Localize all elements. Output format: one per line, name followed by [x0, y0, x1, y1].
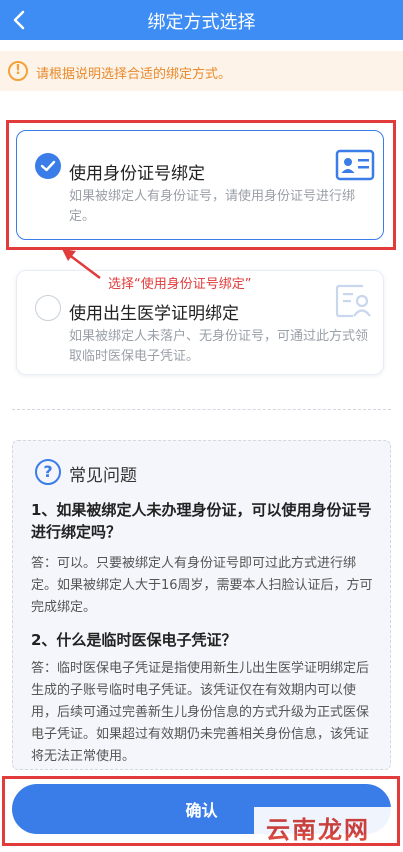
annotation-arrow-icon: [62, 249, 101, 279]
option-description: 如果被绑定人未落户、无身份证号，可通过此方式领取临时医保电子凭证。: [69, 329, 369, 364]
faq-answer: 答：可以。只要被绑定人有身份证号即可过此方式进行绑定。如果被绑定人大于16周岁，…: [31, 556, 373, 615]
watermark: 云南龙网: [254, 807, 394, 844]
warning-circle-icon: !: [8, 61, 28, 81]
highlight-box-option: [6, 120, 396, 250]
certificate-icon: [335, 284, 371, 318]
radio-unchecked[interactable]: [35, 295, 61, 321]
option-title: 使用出生医学证明绑定: [69, 304, 239, 324]
faq-question: 1、如果被绑定人未办理身份证，可以使用身份证号进行绑定吗？: [31, 501, 372, 541]
annotation-label: 选择“使用身份证号绑定”: [108, 277, 252, 292]
notice-banner: ! 请根据说明选择合适的绑定方式。: [0, 51, 403, 91]
watermark-text: 云南龙网: [266, 816, 370, 844]
notice-text: 请根据说明选择合适的绑定方式。: [36, 67, 232, 82]
faq-answer: 答：临时医保电子凭证是指使用新生儿出生医学证明绑定后生成的子账号临时电子凭证。该…: [31, 661, 370, 764]
section-divider: [12, 409, 391, 410]
faq-section: ? 常见问题 1、如果被绑定人未办理身份证，可以使用身份证号进行绑定吗？ 答：可…: [12, 440, 391, 770]
question-circle-icon: ?: [35, 459, 61, 485]
page-title: 绑定方式选择: [147, 12, 256, 33]
faq-heading: 常见问题: [69, 466, 137, 486]
header-bar: 绑定方式选择: [0, 0, 403, 40]
faq-question: 2、什么是临时医保电子凭证？: [31, 631, 237, 649]
